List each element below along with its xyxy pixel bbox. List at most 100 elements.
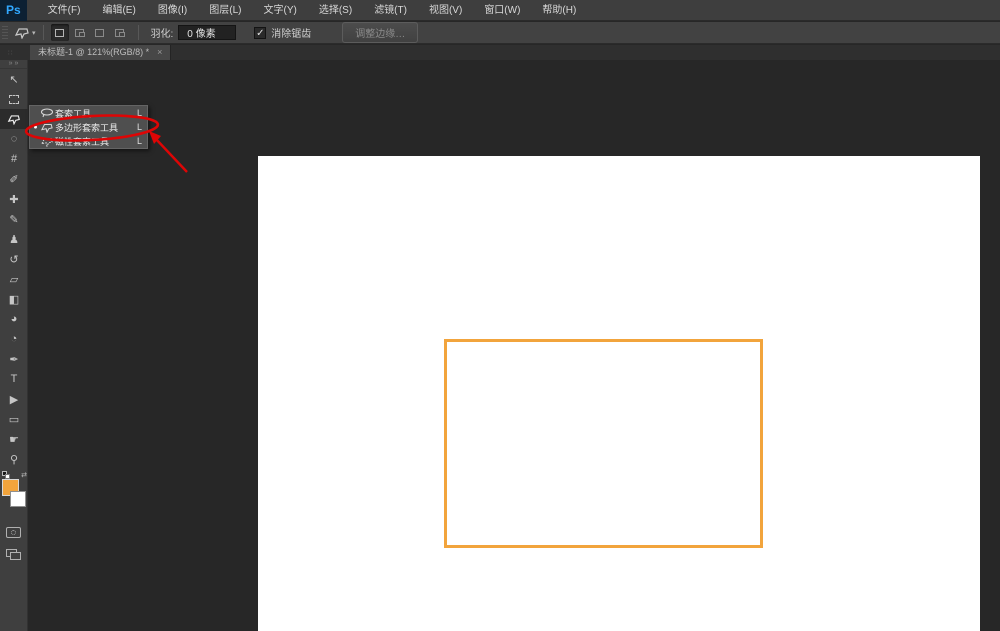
brush-icon: ✎ <box>9 213 19 226</box>
history-brush-tool[interactable]: ↺ <box>0 249 28 269</box>
polygonal-selection-rectangle <box>444 339 763 548</box>
lasso-icon <box>39 108 55 118</box>
document-tab-strip: ∷ 未标题-1 @ 121%(RGB/8) * × <box>0 45 1000 60</box>
options-bar-grip <box>2 25 8 40</box>
path-selection-icon: ▶ <box>9 393 19 406</box>
rectangle-tool[interactable]: ▭ <box>0 409 28 429</box>
close-icon[interactable]: × <box>157 45 162 60</box>
zoom-tool[interactable]: ⚲ <box>0 449 28 469</box>
dodge-tool[interactable]: ◔ <box>0 329 28 349</box>
menu-type[interactable]: 文字(Y) <box>253 0 308 21</box>
menu-item-label: 多边形套索工具 <box>55 122 119 133</box>
new-selection-button[interactable] <box>50 24 69 41</box>
subtract-selection-icon <box>95 28 105 37</box>
swap-colors-icon[interactable]: ⇄ <box>21 471 27 479</box>
move-tool-icon: ↖ <box>9 73 19 86</box>
hand-tool[interactable]: ☛ <box>0 429 28 449</box>
menu-select[interactable]: 选择(S) <box>308 0 363 21</box>
quick-mask-icon <box>11 530 16 535</box>
blur-icon: ◕ <box>10 313 18 325</box>
crop-icon: # <box>10 153 18 165</box>
photoshop-logo: Ps <box>0 0 27 21</box>
shortcut-key: L <box>136 108 142 118</box>
move-tool[interactable]: ↖ <box>0 69 28 89</box>
menu-item-lasso-tool[interactable]: ● 套索工具 L <box>30 106 147 120</box>
hand-icon: ☛ <box>9 433 19 446</box>
clone-stamp-icon: ♟ <box>9 233 19 246</box>
feather-input[interactable] <box>178 25 237 40</box>
antialias-checkbox[interactable]: ✓ <box>254 26 267 39</box>
menu-edit[interactable]: 编辑(E) <box>91 0 146 21</box>
history-brush-icon: ↺ <box>9 253 19 266</box>
shortcut-key: L <box>136 122 142 132</box>
pen-icon: ✒ <box>9 353 19 366</box>
intersect-selection-button[interactable] <box>111 24 129 41</box>
screen-mode-button[interactable] <box>6 549 21 560</box>
document-title: 未标题-1 @ 121%(RGB/8) * <box>38 47 150 57</box>
quick-selection-tool[interactable]: ◌ <box>0 129 28 149</box>
menu-bar: Ps 文件(F) 编辑(E) 图像(I) 图层(L) 文字(Y) 选择(S) 滤… <box>0 0 1000 21</box>
magnetic-lasso-icon <box>39 136 55 147</box>
tool-options-bar: ▾ 羽化: ✓ 消除锯齿 调整边缘… <box>0 22 1000 44</box>
divider <box>42 25 44 40</box>
dock-grip: ∷ <box>8 50 14 57</box>
document-canvas[interactable] <box>258 156 980 631</box>
selected-bullet: ● <box>33 123 38 131</box>
menu-window[interactable]: 窗口(W) <box>473 0 531 21</box>
polygonal-lasso-icon <box>14 28 29 39</box>
dodge-icon: ◔ <box>10 333 18 345</box>
type-icon: T <box>10 373 18 385</box>
menu-image[interactable]: 图像(I) <box>147 0 198 21</box>
screen-mode-icon <box>10 552 21 560</box>
brush-tool[interactable]: ✎ <box>0 209 28 229</box>
menu-layer[interactable]: 图层(L) <box>198 0 252 21</box>
eyedropper-icon: ✐ <box>9 173 19 186</box>
refine-edge-button[interactable]: 调整边缘… <box>342 22 419 43</box>
pen-tool[interactable]: ✒ <box>0 349 28 369</box>
rectangular-marquee-tool[interactable] <box>0 89 28 109</box>
color-swatches: ⇄ <box>0 471 28 515</box>
polygonal-lasso-tool[interactable] <box>0 109 28 129</box>
path-selection-tool[interactable]: ▶ <box>0 389 28 409</box>
polygonal-lasso-icon <box>39 122 55 133</box>
tools-panel: » » ↖ ◌ # ✐ ✚ ✎ ♟ ↺ ▱ ◧ ◕ ◔ ✒ T ▶ ▭ ☛ ⚲ … <box>0 60 28 631</box>
photoshop-window: Ps 文件(F) 编辑(E) 图像(I) 图层(L) 文字(Y) 选择(S) 滤… <box>0 0 1000 631</box>
subtract-from-selection-button[interactable] <box>91 24 109 41</box>
menu-view[interactable]: 视图(V) <box>418 0 473 21</box>
menu-file[interactable]: 文件(F) <box>37 0 92 21</box>
document-tab[interactable]: 未标题-1 @ 121%(RGB/8) * × <box>30 45 172 60</box>
background-color-swatch[interactable] <box>10 491 26 507</box>
polygonal-lasso-icon <box>7 115 20 125</box>
crop-tool[interactable]: # <box>0 149 28 169</box>
antialias-label: 消除锯齿 <box>271 29 312 40</box>
toolbar-collapse-button[interactable]: » » <box>0 60 27 69</box>
menu-item-magnetic-lasso-tool[interactable]: ● 磁性套索工具 L <box>30 134 147 148</box>
add-to-selection-button[interactable] <box>71 24 89 41</box>
chevron-down-icon: ▾ <box>32 29 36 37</box>
healing-brush-icon: ✚ <box>9 193 19 206</box>
tool-preset-picker[interactable]: ▾ <box>14 26 36 39</box>
marquee-icon <box>9 94 19 104</box>
spot-healing-brush-tool[interactable]: ✚ <box>0 189 28 209</box>
rectangle-icon: ▭ <box>8 413 20 426</box>
feather-label: 羽化: <box>150 29 174 40</box>
eraser-tool[interactable]: ▱ <box>0 269 28 289</box>
new-selection-icon <box>55 28 65 37</box>
gradient-tool[interactable]: ◧ <box>0 289 28 309</box>
type-tool[interactable]: T <box>0 369 28 389</box>
lasso-tool-flyout-menu: ● 套索工具 L ● 多边形套索工具 L ● 磁性套索工具 L <box>29 105 148 149</box>
menu-filter[interactable]: 滤镜(T) <box>363 0 418 21</box>
gradient-icon: ◧ <box>8 293 20 306</box>
divider <box>137 25 139 40</box>
zoom-icon: ⚲ <box>9 453 19 466</box>
menu-help[interactable]: 帮助(H) <box>531 0 587 21</box>
clone-stamp-tool[interactable]: ♟ <box>0 229 28 249</box>
menu-item-polygonal-lasso-tool[interactable]: ● 多边形套索工具 L <box>30 120 147 134</box>
eyedropper-tool[interactable]: ✐ <box>0 169 28 189</box>
blur-tool[interactable]: ◕ <box>0 309 28 329</box>
canvas-workspace[interactable] <box>28 60 1000 631</box>
menu-item-label: 磁性套索工具 <box>55 136 110 147</box>
menu-item-label: 套索工具 <box>55 108 92 119</box>
quick-mask-button[interactable] <box>6 527 21 538</box>
shortcut-key: L <box>136 136 142 146</box>
